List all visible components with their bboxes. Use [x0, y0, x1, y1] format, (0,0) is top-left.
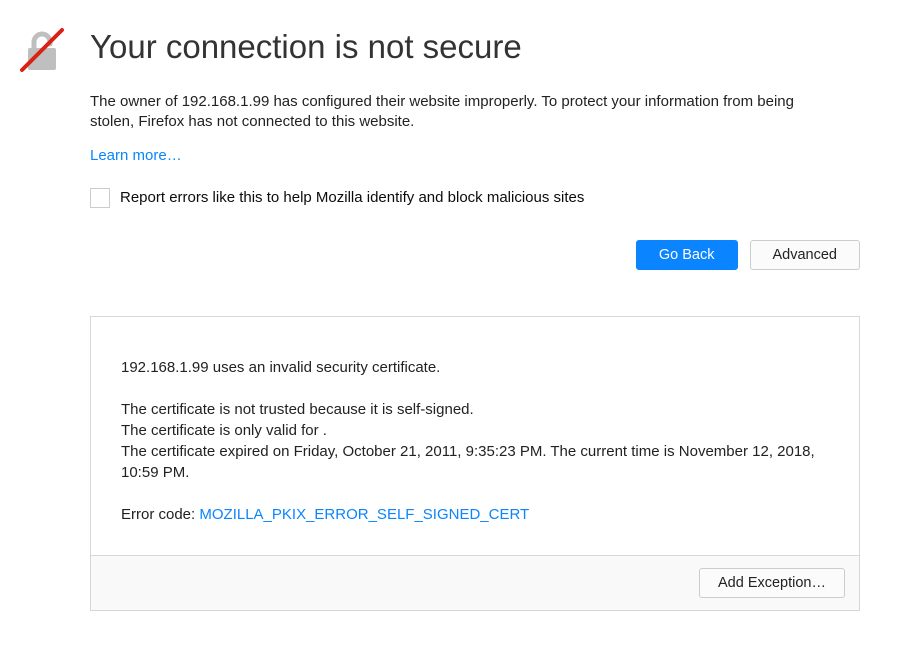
- insecure-lock-icon: [18, 26, 66, 74]
- button-row: Go Back Advanced: [90, 240, 860, 270]
- detail-line: The certificate is not trusted because i…: [121, 399, 829, 420]
- description-text: The owner of 192.168.1.99 has configured…: [90, 92, 810, 133]
- detail-line: 192.168.1.99 uses an invalid security ce…: [121, 357, 829, 378]
- details-body: 192.168.1.99 uses an invalid security ce…: [91, 317, 859, 555]
- details-footer: Add Exception…: [91, 555, 859, 610]
- error-code-label: Error code:: [121, 506, 199, 523]
- detail-line: The certificate is only valid for .: [121, 420, 829, 441]
- report-label: Report errors like this to help Mozilla …: [120, 189, 584, 206]
- error-code-line: Error code: MOZILLA_PKIX_ERROR_SELF_SIGN…: [121, 504, 829, 525]
- go-back-button[interactable]: Go Back: [636, 240, 738, 270]
- report-checkbox[interactable]: [90, 188, 110, 208]
- error-page: Your connection is not secure The owner …: [0, 0, 900, 651]
- detail-line: The certificate expired on Friday, Octob…: [121, 441, 829, 483]
- page-title: Your connection is not secure: [90, 28, 860, 66]
- learn-more-link[interactable]: Learn more…: [90, 147, 182, 164]
- advanced-button[interactable]: Advanced: [750, 240, 861, 270]
- add-exception-button[interactable]: Add Exception…: [699, 568, 845, 598]
- details-panel: 192.168.1.99 uses an invalid security ce…: [90, 316, 860, 611]
- error-code-link[interactable]: MOZILLA_PKIX_ERROR_SELF_SIGNED_CERT: [199, 506, 529, 523]
- report-row: Report errors like this to help Mozilla …: [90, 188, 860, 208]
